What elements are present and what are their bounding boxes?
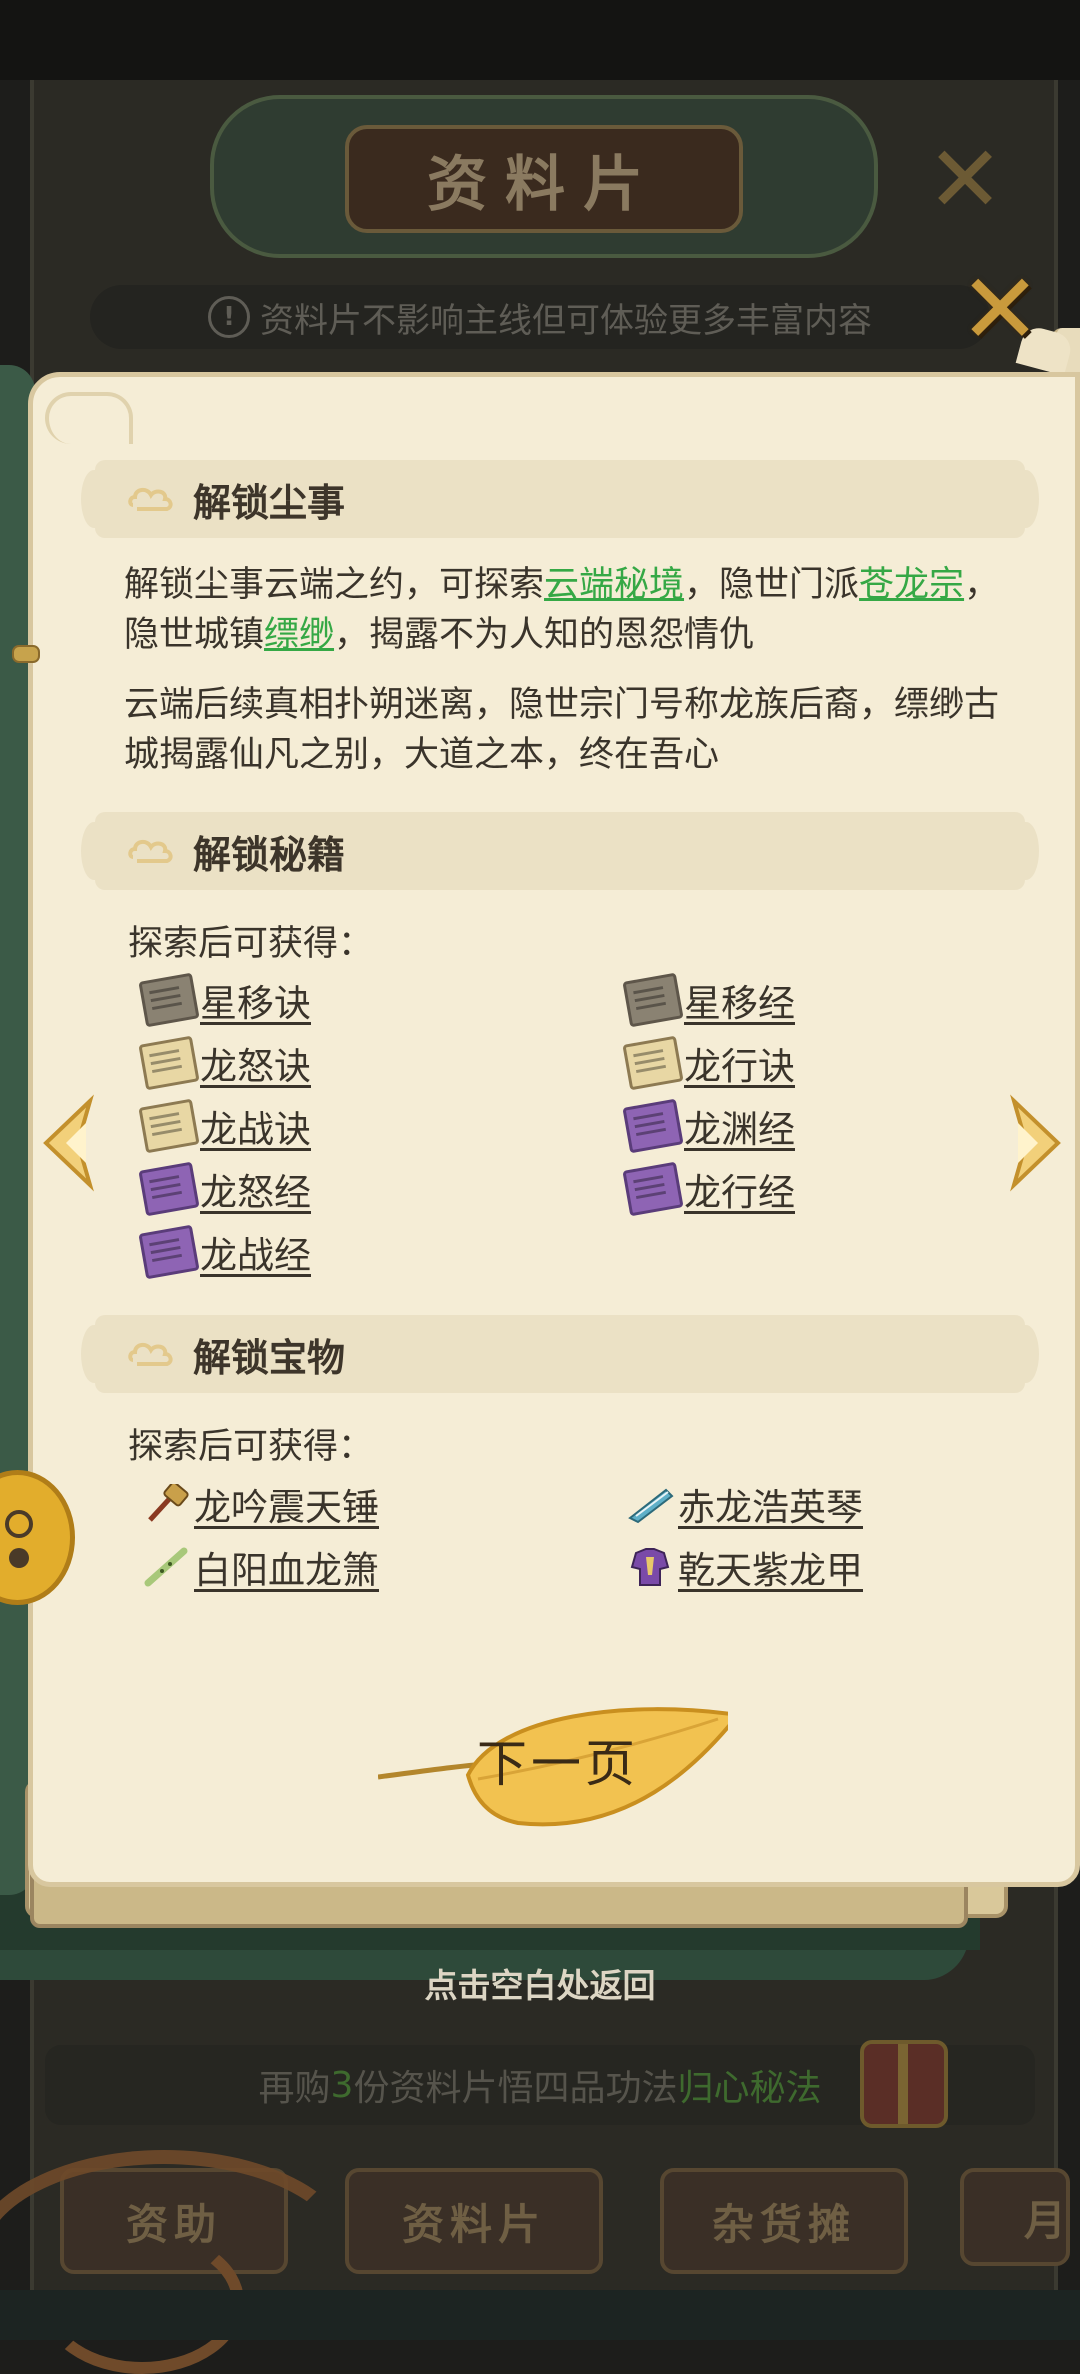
tab-expansion: 资料片 (345, 2168, 603, 2274)
promo-middle: 份资料片悟四品功法 (353, 2068, 678, 2109)
manuals-subtitle: 探索后可获得： (128, 924, 374, 964)
dust-text-4: ，揭露不为人知的恩怨情仇 (334, 615, 755, 655)
background-bottom-bar (0, 2290, 1080, 2340)
gift-box-icon (860, 2040, 948, 2128)
manual-item-label: 龙行经 (684, 1171, 795, 1214)
treasure-item-label: 白阳血龙箫 (194, 1549, 379, 1592)
treasure-item[interactable]: 龙吟震天锤 (142, 1477, 379, 1531)
dust-description: 解锁尘事云端之约，可探索云端秘境，隐世门派苍龙宗，隐世城镇缥缈，揭露不为人知的恩… (124, 560, 1004, 660)
book-icon (138, 1224, 200, 1280)
side-badge-face (5, 1510, 33, 1538)
promo-count: 3 (330, 2064, 354, 2106)
book-icon (138, 1098, 200, 1154)
treasure-item[interactable]: 赤龙浩英琴 (626, 1477, 863, 1531)
tab-expansion-label: 资料片 (401, 2199, 546, 2249)
manual-item[interactable]: 龙渊经 (622, 1098, 795, 1154)
manual-item-label: 龙渊经 (684, 1108, 795, 1151)
tap-blank-to-return-hint: 点击空白处返回 (424, 1966, 656, 2005)
promo-prefix: 再购 (258, 2068, 331, 2109)
link-canglong-sect[interactable]: 苍龙宗 (859, 565, 964, 605)
tab-shop-label: 杂货摊 (711, 2199, 856, 2249)
manual-item[interactable]: 龙战诀 (138, 1098, 311, 1154)
chevron-right-icon (1010, 1094, 1061, 1192)
book-icon (622, 972, 684, 1028)
dust-text-2: ，隐世门派 (684, 565, 860, 605)
tab-shop: 杂货摊 (660, 2168, 908, 2274)
cloud-icon (127, 1338, 175, 1370)
manual-item[interactable]: 星移经 (622, 972, 795, 1028)
tab-monthly: 月 (960, 2168, 1070, 2266)
status-bar (0, 0, 1080, 80)
book-icon (138, 1035, 200, 1091)
armor-icon (626, 1547, 674, 1587)
hammer-icon (142, 1481, 190, 1524)
tab-monthly-label: 月 (1024, 2195, 1073, 2245)
manual-item[interactable]: 龙战经 (138, 1224, 311, 1280)
book-icon (622, 1098, 684, 1154)
book-icon (138, 1161, 200, 1217)
next-page-arrow[interactable] (1008, 1093, 1076, 1193)
section-header-manuals: 解锁秘籍 (81, 812, 1039, 890)
manual-item-label: 龙怒诀 (200, 1045, 311, 1088)
manual-item[interactable]: 龙行诀 (622, 1035, 795, 1091)
section-header-dust: 解锁尘事 (81, 460, 1039, 538)
treasure-item[interactable]: 乾天紫龙甲 (626, 1540, 863, 1594)
book-icon (138, 972, 200, 1028)
background-notice-text: 资料片不影响主线但可体验更多丰富内容 (260, 300, 872, 341)
cloud-icon (127, 483, 175, 515)
spine-rivet (12, 645, 40, 663)
section-title-dust: 解锁尘事 (193, 480, 346, 525)
treasure-item[interactable]: 白阳血龙箫 (142, 1540, 379, 1594)
manual-item-label: 龙怒经 (200, 1171, 311, 1214)
manual-item-label: 龙行诀 (684, 1045, 795, 1088)
next-page-label: 下一页 (477, 1735, 639, 1793)
manual-item-label: 星移经 (684, 982, 795, 1025)
background-close-icon: ✕ (926, 126, 1004, 233)
treasure-item-label: 赤龙浩英琴 (678, 1486, 863, 1529)
section-header-treasures: 解锁宝物 (81, 1315, 1039, 1393)
section-title-manuals: 解锁秘籍 (193, 832, 346, 877)
dust-text-1: 解锁尘事云端之约，可探索 (124, 565, 545, 605)
promo-highlight: 归心秘法 (677, 2068, 822, 2109)
zither-icon (626, 1484, 674, 1524)
cloud-icon (127, 835, 175, 867)
section-title-treasures: 解锁宝物 (193, 1335, 346, 1380)
background-notice: ! 资料片不影响主线但可体验更多丰富内容 (90, 285, 990, 349)
manual-item[interactable]: 龙怒经 (138, 1161, 311, 1217)
flute-icon (142, 1547, 190, 1587)
background-title-text: 资料片 (427, 149, 661, 220)
link-cloud-realm[interactable]: 云端秘境 (544, 565, 684, 605)
treasure-item-label: 龙吟震天锤 (194, 1486, 379, 1529)
manual-item-label: 龙战诀 (200, 1108, 311, 1151)
manual-item-label: 星移诀 (200, 982, 311, 1025)
book-icon (622, 1035, 684, 1091)
background-title: 资料片 (345, 125, 743, 233)
chevron-left-icon (43, 1094, 94, 1192)
corner-swirl-decoration (45, 392, 133, 444)
book-icon (622, 1161, 684, 1217)
dust-story-text: 云端后续真相扑朔迷离，隐世宗门号称龙族后裔，缥缈古城揭露仙凡之别，大道之本，终在… (124, 685, 1000, 775)
manual-item-label: 龙战经 (200, 1234, 311, 1277)
treasure-item-label: 乾天紫龙甲 (678, 1549, 863, 1592)
manual-item[interactable]: 龙怒诀 (138, 1035, 311, 1091)
close-x-icon: ✕ (958, 253, 1042, 367)
manual-item[interactable]: 星移诀 (138, 972, 311, 1028)
prev-page-button[interactable] (28, 1093, 96, 1193)
manual-item[interactable]: 龙行经 (622, 1161, 795, 1217)
link-piaomiao-town[interactable]: 缥缈 (264, 615, 334, 655)
exclamation-circle-icon: ! (208, 296, 250, 338)
treasures-subtitle: 探索后可获得： (128, 1427, 374, 1467)
close-button[interactable]: ✕ (958, 253, 1042, 367)
